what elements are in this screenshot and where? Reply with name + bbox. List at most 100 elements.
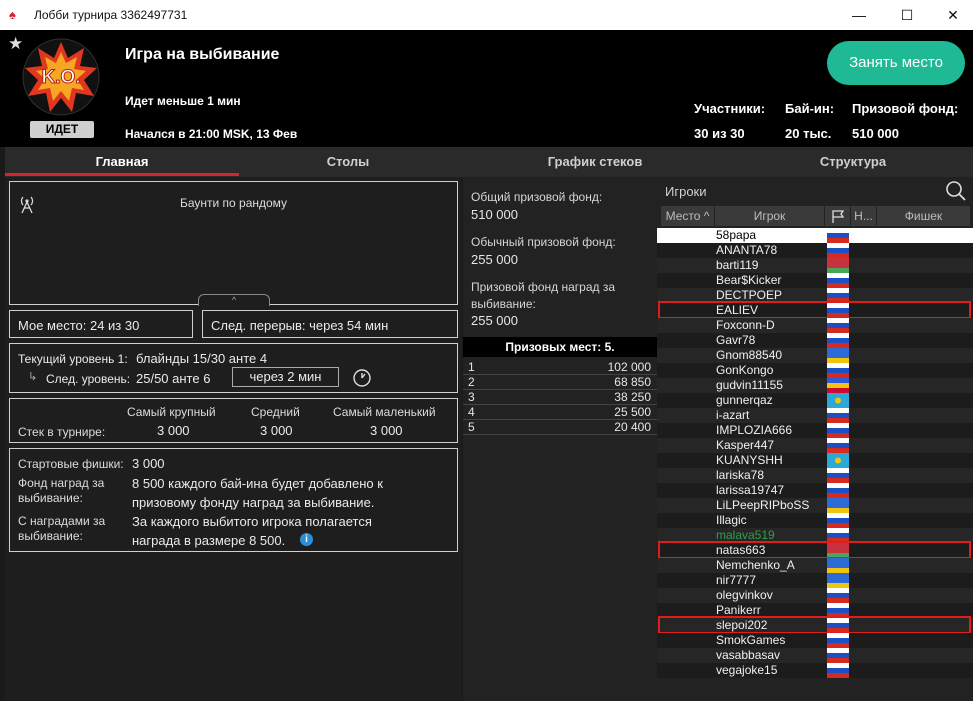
player-row[interactable]: slepoi202 bbox=[657, 618, 973, 633]
bounty-prize-value: 255 000 bbox=[471, 313, 518, 328]
search-icon[interactable] bbox=[945, 180, 967, 202]
player-name: GonKongo bbox=[716, 363, 774, 377]
logo-text: K.O. bbox=[41, 67, 80, 88]
prize-place-number: 5 bbox=[468, 420, 475, 434]
next-level-label: След. уровень: bbox=[46, 372, 131, 386]
player-row[interactable]: DECTPOEP bbox=[657, 288, 973, 303]
player-row[interactable]: lariska78 bbox=[657, 468, 973, 483]
country-flag-icon bbox=[827, 363, 849, 378]
player-name: KUANYSHH bbox=[716, 453, 783, 467]
stack-box: Самый крупный Средний Самый маленький Ст… bbox=[9, 398, 458, 443]
tab-main[interactable]: Главная bbox=[5, 147, 239, 177]
buyin-value: 20 тыс. bbox=[785, 126, 832, 141]
stack-smallest-value: 3 000 bbox=[370, 423, 403, 438]
country-flag-icon bbox=[827, 603, 849, 618]
player-row[interactable]: nir7777 bbox=[657, 573, 973, 588]
country-flag-icon bbox=[827, 408, 849, 423]
start-chips-label: Стартовые фишки: bbox=[18, 457, 124, 471]
player-row[interactable]: EALIEV bbox=[657, 303, 973, 318]
player-row[interactable]: Kasper447 bbox=[657, 438, 973, 453]
player-row[interactable]: 58papa bbox=[657, 228, 973, 243]
prize-places-header: Призовых мест: 5. bbox=[463, 337, 657, 357]
player-name: i-azart bbox=[716, 408, 750, 422]
favorite-star-icon[interactable]: ★ bbox=[8, 34, 23, 54]
player-row[interactable]: SmokGames bbox=[657, 633, 973, 648]
next-level-value: 25/50 анте 6 bbox=[136, 371, 211, 386]
tournament-start-time: Начался в 21:00 MSK, 13 Фев bbox=[125, 127, 298, 141]
player-row[interactable]: Gavr78 bbox=[657, 333, 973, 348]
players-search-input[interactable]: Игроки bbox=[665, 184, 707, 199]
bounty-reward-value: За каждого выбитого игрока полагается на… bbox=[132, 514, 372, 548]
country-flag-icon bbox=[827, 393, 849, 408]
player-name: malava519 bbox=[716, 528, 775, 542]
player-row[interactable]: vasabbasav bbox=[657, 648, 973, 663]
player-name: gunnerqaz bbox=[716, 393, 773, 407]
player-row[interactable]: gudvin11155 bbox=[657, 378, 973, 393]
country-flag-icon bbox=[827, 288, 849, 303]
close-button[interactable]: ✕ bbox=[930, 0, 973, 30]
tab-stack-chart[interactable]: График стеков bbox=[457, 147, 733, 177]
player-name: natas663 bbox=[716, 543, 766, 557]
next-break: След. перерыв: через 54 мин bbox=[211, 318, 389, 333]
player-row[interactable]: natas663 bbox=[657, 543, 973, 558]
bounty-panel: Баунти по рандому ^ bbox=[9, 181, 458, 306]
minimize-button[interactable]: — bbox=[836, 0, 882, 30]
stack-label: Стек в турнире: bbox=[18, 425, 106, 439]
col-chips[interactable]: Фишек bbox=[877, 206, 971, 226]
take-seat-button[interactable]: Занять место bbox=[827, 41, 965, 85]
player-row[interactable]: barti119 bbox=[657, 258, 973, 273]
col-bounty[interactable]: Н... bbox=[851, 206, 877, 226]
player-row[interactable]: Foxconn-D bbox=[657, 318, 973, 333]
player-row[interactable]: ANANTA78 bbox=[657, 243, 973, 258]
player-row[interactable]: Bear$Kicker bbox=[657, 273, 973, 288]
flag-column-icon bbox=[831, 210, 844, 223]
regular-prize-label: Обычный призовой фонд: bbox=[471, 235, 616, 249]
player-row[interactable]: i-azart bbox=[657, 408, 973, 423]
country-flag-icon bbox=[827, 618, 849, 633]
player-row[interactable]: olegvinkov bbox=[657, 588, 973, 603]
tab-structure[interactable]: Структура bbox=[733, 147, 973, 177]
expand-chevron-icon[interactable]: ^ bbox=[198, 294, 270, 306]
ko-logo-icon: K.O. bbox=[22, 38, 100, 116]
level-box: Текущий уровень 1: блайнды 15/30 анте 4 … bbox=[9, 343, 458, 393]
country-flag-icon bbox=[827, 243, 849, 258]
player-row[interactable]: Panikerr bbox=[657, 603, 973, 618]
player-name: Illagic bbox=[716, 513, 747, 527]
col-place[interactable]: Место ^ bbox=[661, 206, 715, 226]
country-flag-icon bbox=[827, 378, 849, 393]
bounty-prize-label: Призовой фонд наград за выбивание: bbox=[471, 280, 616, 311]
country-flag-icon bbox=[827, 528, 849, 543]
col-player[interactable]: Игрок bbox=[715, 206, 825, 226]
stack-average-label: Средний bbox=[251, 405, 300, 419]
player-name: Panikerr bbox=[716, 603, 761, 617]
player-row[interactable]: LiLPeepRIPboSS bbox=[657, 498, 973, 513]
player-row[interactable]: larissa19747 bbox=[657, 483, 973, 498]
player-row[interactable]: KUANYSHH bbox=[657, 453, 973, 468]
next-level-time: через 2 мин bbox=[232, 367, 339, 387]
participants-label: Участники: bbox=[694, 101, 766, 116]
prize-place-amount: 25 500 bbox=[614, 405, 651, 419]
prize-place-amount: 102 000 bbox=[607, 360, 651, 374]
player-row[interactable]: malava519 bbox=[657, 528, 973, 543]
player-name: Foxconn-D bbox=[716, 318, 775, 332]
player-row[interactable]: IMPLOZIA666 bbox=[657, 423, 973, 438]
player-row[interactable]: Illagic bbox=[657, 513, 973, 528]
player-row[interactable]: GonKongo bbox=[657, 363, 973, 378]
player-row[interactable]: Gnom88540 bbox=[657, 348, 973, 363]
tab-tables[interactable]: Столы bbox=[239, 147, 457, 177]
player-name: DECTPOEP bbox=[716, 288, 783, 302]
player-row[interactable]: vegajoke15 bbox=[657, 663, 973, 678]
player-name: vegajoke15 bbox=[716, 663, 778, 677]
buyin-label: Бай-ин: bbox=[785, 101, 835, 116]
prize-place-amount: 38 250 bbox=[614, 390, 651, 404]
tournament-header: ★ K.O. ИДЕТ Игра на выбивание Идет меньш… bbox=[0, 30, 973, 147]
player-row[interactable]: gunnerqaz bbox=[657, 393, 973, 408]
country-flag-icon bbox=[827, 258, 849, 273]
maximize-button[interactable]: ☐ bbox=[884, 0, 930, 30]
sort-asc-icon: ^ bbox=[700, 209, 710, 223]
player-row[interactable]: Nemchenko_A bbox=[657, 558, 973, 573]
col-country[interactable] bbox=[825, 206, 851, 226]
bounty-title: Баунти по рандому bbox=[179, 196, 288, 210]
info-icon[interactable]: i bbox=[300, 533, 313, 546]
prize-place-row: 5 20 400 bbox=[463, 420, 657, 435]
